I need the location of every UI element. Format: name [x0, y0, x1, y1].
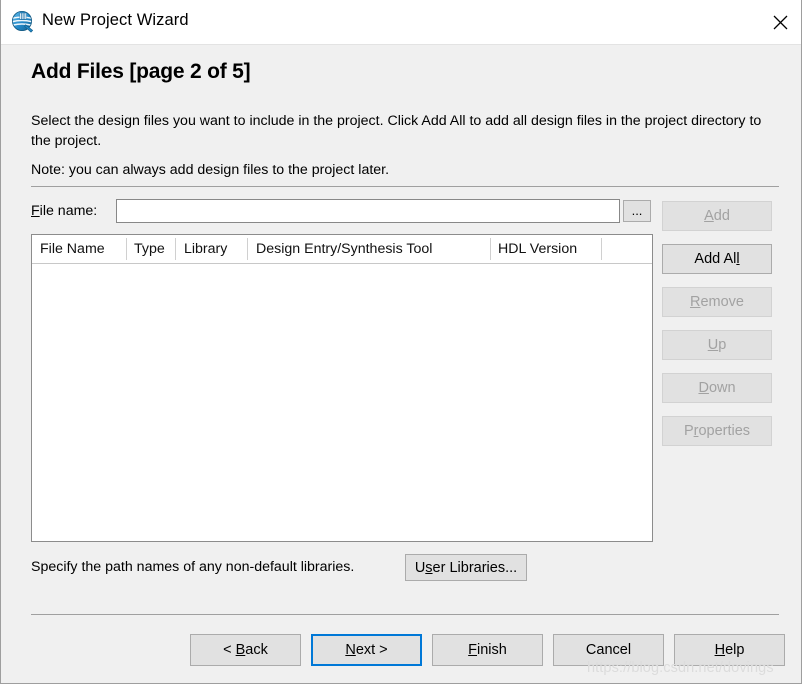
new-project-wizard-dialog: New Project Wizard Add Files [page 2 of … — [0, 0, 802, 684]
remove-button-label: emove — [700, 294, 744, 310]
column-header-library[interactable]: Library — [184, 235, 227, 263]
separator-bottom — [31, 614, 779, 615]
column-divider[interactable] — [601, 238, 602, 260]
finish-button-label: inish — [477, 642, 507, 658]
remove-button-mnemonic: R — [689, 294, 701, 310]
page-description-primary: Select the design files you want to incl… — [31, 113, 762, 149]
next-button-mnemonic: N — [345, 642, 356, 658]
move-up-button-mnemonic: U — [707, 337, 719, 353]
close-x-glyph — [773, 15, 787, 29]
browse-files-button[interactable]: ... — [623, 200, 651, 222]
help-button[interactable]: Help — [674, 634, 785, 666]
add-button-mnemonic: A — [704, 208, 714, 224]
page-title: Add Files [page 2 of 5] — [31, 60, 251, 83]
separator-top — [31, 186, 779, 187]
file-name-label-rest: ile name: — [39, 203, 98, 219]
move-down-button-label: own — [708, 380, 736, 396]
close-icon[interactable] — [757, 0, 801, 44]
finish-button-mnemonic: F — [468, 642, 478, 658]
properties-button-label-pre: P — [683, 423, 694, 439]
move-down-button[interactable]: Down — [662, 373, 772, 403]
column-divider[interactable] — [247, 238, 248, 260]
remove-button[interactable]: Remove — [662, 287, 772, 317]
file-list-table[interactable]: File Name Type Library Design Entry/Synt… — [31, 234, 653, 542]
column-header-hdl-version[interactable]: HDL Version — [498, 235, 577, 263]
move-down-button-mnemonic: D — [698, 380, 709, 396]
quartus-globe-icon — [11, 10, 35, 34]
back-button[interactable]: < Back — [190, 634, 301, 666]
add-all-button-mnemonic: l — [736, 251, 740, 267]
user-libraries-description: Specify the path names of any non-defaul… — [31, 559, 355, 575]
back-button-label-pre: < — [223, 642, 236, 658]
move-up-button[interactable]: Up — [662, 330, 772, 360]
move-up-button-label: p — [718, 337, 727, 353]
help-button-mnemonic: H — [714, 642, 726, 658]
finish-button[interactable]: Finish — [432, 634, 543, 666]
user-libraries-label: er Libraries... — [432, 559, 518, 576]
column-divider[interactable] — [126, 238, 127, 260]
column-header-type[interactable]: Type — [134, 235, 165, 263]
titlebar: New Project Wizard — [1, 0, 801, 45]
file-name-label: File name: — [31, 203, 97, 219]
add-button[interactable]: Add — [662, 201, 772, 231]
column-header-file-name[interactable]: File Name — [40, 235, 105, 263]
add-button-label: dd — [713, 208, 730, 224]
user-libraries-label-pre: U — [414, 559, 426, 576]
back-button-mnemonic: B — [235, 642, 246, 658]
file-name-input[interactable] — [116, 199, 620, 223]
column-divider[interactable] — [175, 238, 176, 260]
table-body-empty[interactable] — [32, 264, 652, 541]
cancel-button[interactable]: Cancel — [553, 634, 664, 666]
column-header-design-entry-synthesis-tool[interactable]: Design Entry/Synthesis Tool — [256, 235, 432, 263]
user-libraries-mnemonic: s — [425, 559, 433, 576]
table-header-row: File Name Type Library Design Entry/Synt… — [32, 235, 652, 264]
column-divider[interactable] — [490, 238, 491, 260]
properties-button[interactable]: Properties — [662, 416, 772, 446]
add-all-button-label: Add Al — [694, 251, 737, 267]
help-button-label: elp — [725, 642, 745, 658]
next-button[interactable]: Next > — [311, 634, 422, 666]
add-all-button[interactable]: Add All — [662, 244, 772, 274]
next-button-label: ext > — [355, 642, 388, 658]
properties-button-label: operties — [698, 423, 751, 439]
user-libraries-button[interactable]: User Libraries... — [405, 554, 527, 581]
back-button-label: ack — [245, 642, 268, 658]
page-description-note: Note: you can always add design files to… — [31, 162, 390, 178]
cancel-button-label: Cancel — [585, 642, 632, 658]
window-title: New Project Wizard — [42, 11, 189, 29]
file-name-label-mnemonic: F — [31, 203, 40, 219]
